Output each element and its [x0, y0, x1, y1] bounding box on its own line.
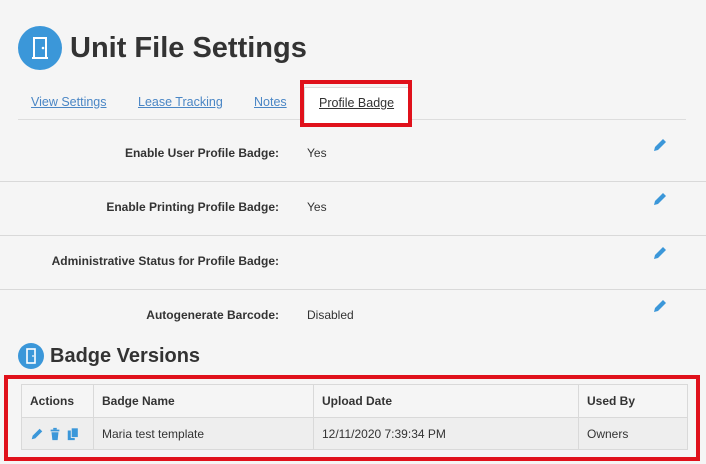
actions-cell	[21, 417, 94, 450]
section-title: Badge Versions	[50, 344, 201, 367]
badge-icon	[18, 343, 44, 369]
upload-date-cell: 12/11/2020 7:39:34 PM	[313, 417, 579, 450]
tab-highlight-box	[300, 80, 412, 127]
badge-name-cell: Maria test template	[93, 417, 314, 450]
column-header-actions: Actions	[21, 384, 94, 418]
setting-label: Enable User Profile Badge:	[124, 146, 279, 160]
table-header-row: Actions Badge Name Upload Date Used By	[21, 384, 688, 418]
table-row: Maria test template 12/11/2020 7:39:34 P…	[21, 417, 688, 450]
pencil-icon[interactable]	[30, 427, 44, 441]
tab-lease-tracking[interactable]: Lease Tracking	[138, 95, 223, 109]
setting-row-autogenerate-barcode: Autogenerate Barcode: Disabled	[0, 290, 706, 334]
setting-value: Yes	[307, 200, 327, 214]
pencil-icon[interactable]	[652, 137, 668, 153]
setting-label: Autogenerate Barcode:	[146, 308, 279, 322]
setting-row-printing-profile-badge: Enable Printing Profile Badge: Yes	[0, 182, 706, 236]
page-title: Unit File Settings	[70, 31, 307, 64]
pencil-icon[interactable]	[652, 245, 668, 261]
trash-icon[interactable]	[48, 427, 62, 441]
pencil-icon[interactable]	[652, 298, 668, 314]
badge-versions-header: Badge Versions	[18, 343, 200, 369]
column-header-badge-name: Badge Name	[93, 384, 314, 418]
setting-row-user-profile-badge: Enable User Profile Badge: Yes	[0, 127, 706, 182]
page-header: Unit File Settings	[18, 26, 307, 70]
tab-view-settings[interactable]: View Settings	[31, 95, 107, 109]
setting-value: Yes	[307, 146, 327, 160]
badge-versions-table: Actions Badge Name Upload Date Used By M…	[21, 384, 688, 450]
badge-versions-highlight-box: Actions Badge Name Upload Date Used By M…	[4, 375, 700, 461]
used-by-cell: Owners	[578, 417, 688, 450]
door-icon	[18, 26, 62, 70]
column-header-upload-date: Upload Date	[313, 384, 579, 418]
copy-icon[interactable]	[66, 426, 80, 441]
tab-notes[interactable]: Notes	[254, 95, 287, 109]
setting-value: Disabled	[307, 308, 354, 322]
setting-row-admin-status: Administrative Status for Profile Badge:	[0, 236, 706, 290]
setting-label: Administrative Status for Profile Badge:	[51, 254, 279, 268]
column-header-used-by: Used By	[578, 384, 688, 418]
setting-label: Enable Printing Profile Badge:	[106, 200, 279, 214]
pencil-icon[interactable]	[652, 191, 668, 207]
